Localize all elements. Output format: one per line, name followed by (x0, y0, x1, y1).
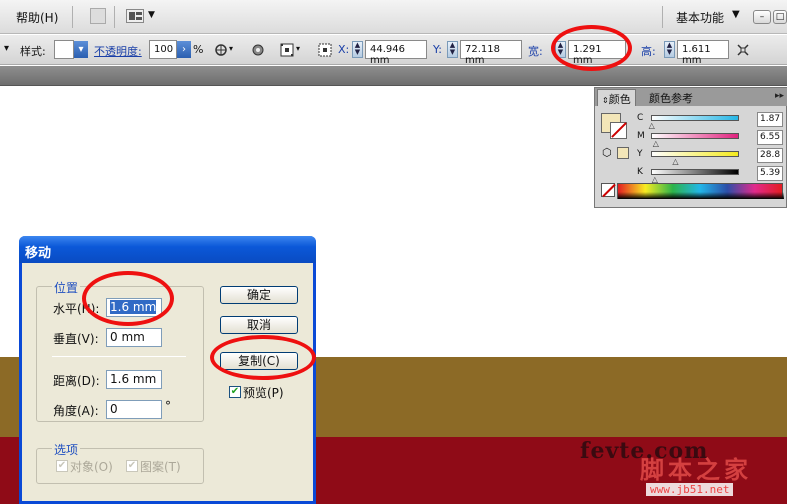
opacity-dropdown[interactable]: › (177, 41, 191, 58)
annotation-circle (82, 271, 174, 326)
channel-label: K (637, 167, 643, 177)
distance-label: 距离(D): (53, 374, 100, 388)
slider-thumb-icon[interactable]: △ (672, 157, 678, 166)
channel-value-input[interactable]: 6.55 (757, 130, 783, 145)
menu-bar: 帮助(H) ▼ 基本功能 ▼ – □ (0, 0, 787, 34)
tab-arrows-icon: ⇕ (602, 96, 609, 105)
angle-label: 角度(A): (53, 404, 99, 418)
pattern-label: 图案(T) (140, 460, 181, 474)
position-group-label: 位置 (52, 279, 81, 296)
channel-label: M (637, 131, 645, 141)
vertical-input[interactable]: 0 mm (106, 328, 162, 347)
slider-thumb-icon[interactable]: △ (649, 121, 655, 130)
bridge-icon[interactable] (90, 8, 106, 24)
angle-unit: ° (165, 399, 171, 413)
tab-color-guide[interactable]: 颜色参考 (645, 89, 697, 106)
objects-checkbox[interactable]: ✔ (56, 460, 68, 472)
chevron-down-icon[interactable]: ▼ (732, 9, 740, 20)
x-input[interactable]: 44.946 mm (365, 40, 427, 66)
channel-value-input[interactable]: 1.87 (757, 112, 783, 127)
ok-button[interactable]: 确定 (220, 286, 298, 304)
chevron-down-icon[interactable]: ▾ (229, 44, 233, 53)
menu-separator (662, 6, 663, 28)
tab-color-label: 颜色 (608, 93, 631, 106)
angle-input[interactable]: 0 (106, 400, 162, 419)
channel-value-input[interactable]: 28.8 (757, 148, 783, 163)
menu-help[interactable]: 帮助(H) (16, 9, 58, 26)
height-spinner[interactable]: ▲ ▼ (664, 41, 675, 58)
height-input[interactable]: 1.611 mm (677, 40, 729, 66)
transform-origin-icon[interactable] (318, 43, 332, 57)
y-input[interactable]: 72.118 mm (460, 40, 522, 66)
width-label: 宽: (528, 45, 543, 58)
chevron-down-icon[interactable]: ▾ (4, 43, 9, 54)
x-spinner[interactable]: ▲ ▼ (352, 41, 363, 58)
channel-slider-track[interactable] (651, 151, 739, 157)
constrain-proportions-icon[interactable] (736, 43, 750, 57)
opacity-unit: % (193, 43, 204, 56)
restore-button[interactable]: □ (773, 10, 787, 24)
reference-point-icon[interactable] (280, 43, 294, 57)
style-dropdown[interactable]: ▾ (74, 41, 88, 58)
color-panel-tabs: ⇕颜色 颜色参考 ▸▸ (595, 88, 787, 106)
y-label: Y: (433, 43, 442, 56)
preview-checkbox[interactable]: ✔ (229, 386, 241, 398)
gear-icon[interactable] (251, 43, 265, 57)
out-of-gamut-icon[interactable]: ⬡ (602, 146, 612, 159)
channel-slider-track[interactable] (651, 115, 739, 121)
channel-slider-track[interactable] (651, 169, 739, 175)
annotation-circle (551, 25, 632, 71)
slider-thumb-icon[interactable]: △ (653, 139, 659, 148)
channel-row-c: C △ 1.87 (637, 112, 785, 130)
cancel-button[interactable]: 取消 (220, 316, 298, 334)
options-group-label: 选项 (52, 441, 81, 458)
color-panel: ⇕颜色 颜色参考 ▸▸ ⬡ C △ 1.87 M △ 6.55 Y △ 28.8 K △ 5.39 (594, 87, 787, 208)
style-swatch[interactable] (54, 40, 74, 59)
recolor-artwork-icon[interactable] (214, 43, 228, 57)
divider (52, 356, 186, 357)
vertical-label: 垂直(V): (53, 332, 99, 346)
watermark-logo: 脚本之家 (640, 455, 752, 484)
stroke-swatch[interactable] (610, 122, 627, 139)
x-label: X: (338, 43, 350, 56)
watermark-url: www.jb51.net (646, 483, 734, 496)
tab-color[interactable]: ⇕颜色 (597, 89, 636, 106)
objects-label: 对象(O) (70, 460, 113, 474)
channel-value-input[interactable]: 5.39 (757, 166, 783, 181)
annotation-circle (210, 335, 316, 380)
web-safe-swatch[interactable] (617, 147, 629, 159)
distance-input[interactable]: 1.6 mm (106, 370, 162, 389)
none-swatch[interactable] (601, 183, 615, 197)
menu-separator (114, 6, 115, 28)
y-spinner[interactable]: ▲ ▼ (447, 41, 458, 58)
document-tab-strip (0, 66, 787, 86)
channel-row-m: M △ 6.55 (637, 130, 785, 148)
minimize-button[interactable]: – (753, 10, 771, 24)
opacity-label[interactable]: 不透明度: (94, 43, 142, 59)
height-label: 高: (641, 45, 656, 58)
dialog-titlebar[interactable]: 移动 (19, 236, 316, 263)
channel-label: Y (637, 149, 643, 159)
menu-separator (72, 6, 73, 28)
channel-label: C (637, 113, 644, 123)
panel-menu-icon[interactable]: ▸▸ (775, 91, 784, 101)
dialog-title: 移动 (25, 246, 52, 261)
chevron-down-icon[interactable]: ▾ (296, 44, 300, 53)
style-label: 样式: (20, 45, 46, 58)
channel-row-k: K △ 5.39 (637, 166, 785, 184)
channel-slider-track[interactable] (651, 133, 739, 139)
control-bar: ▾ 样式: ▾ 不透明度: 100 › % ▾ ▾ X: ▲ ▼ 44.946 m… (0, 35, 787, 66)
pattern-checkbox[interactable]: ✔ (126, 460, 138, 472)
opacity-input[interactable]: 100 (149, 40, 177, 59)
channel-row-y: Y △ 28.8 (637, 148, 785, 166)
color-spectrum[interactable] (617, 183, 784, 199)
arrange-documents-icon[interactable] (126, 9, 144, 23)
chevron-down-icon[interactable]: ▼ (148, 10, 155, 20)
preview-label: 预览(P) (243, 386, 284, 400)
workspace-switcher[interactable]: 基本功能 (676, 9, 724, 26)
